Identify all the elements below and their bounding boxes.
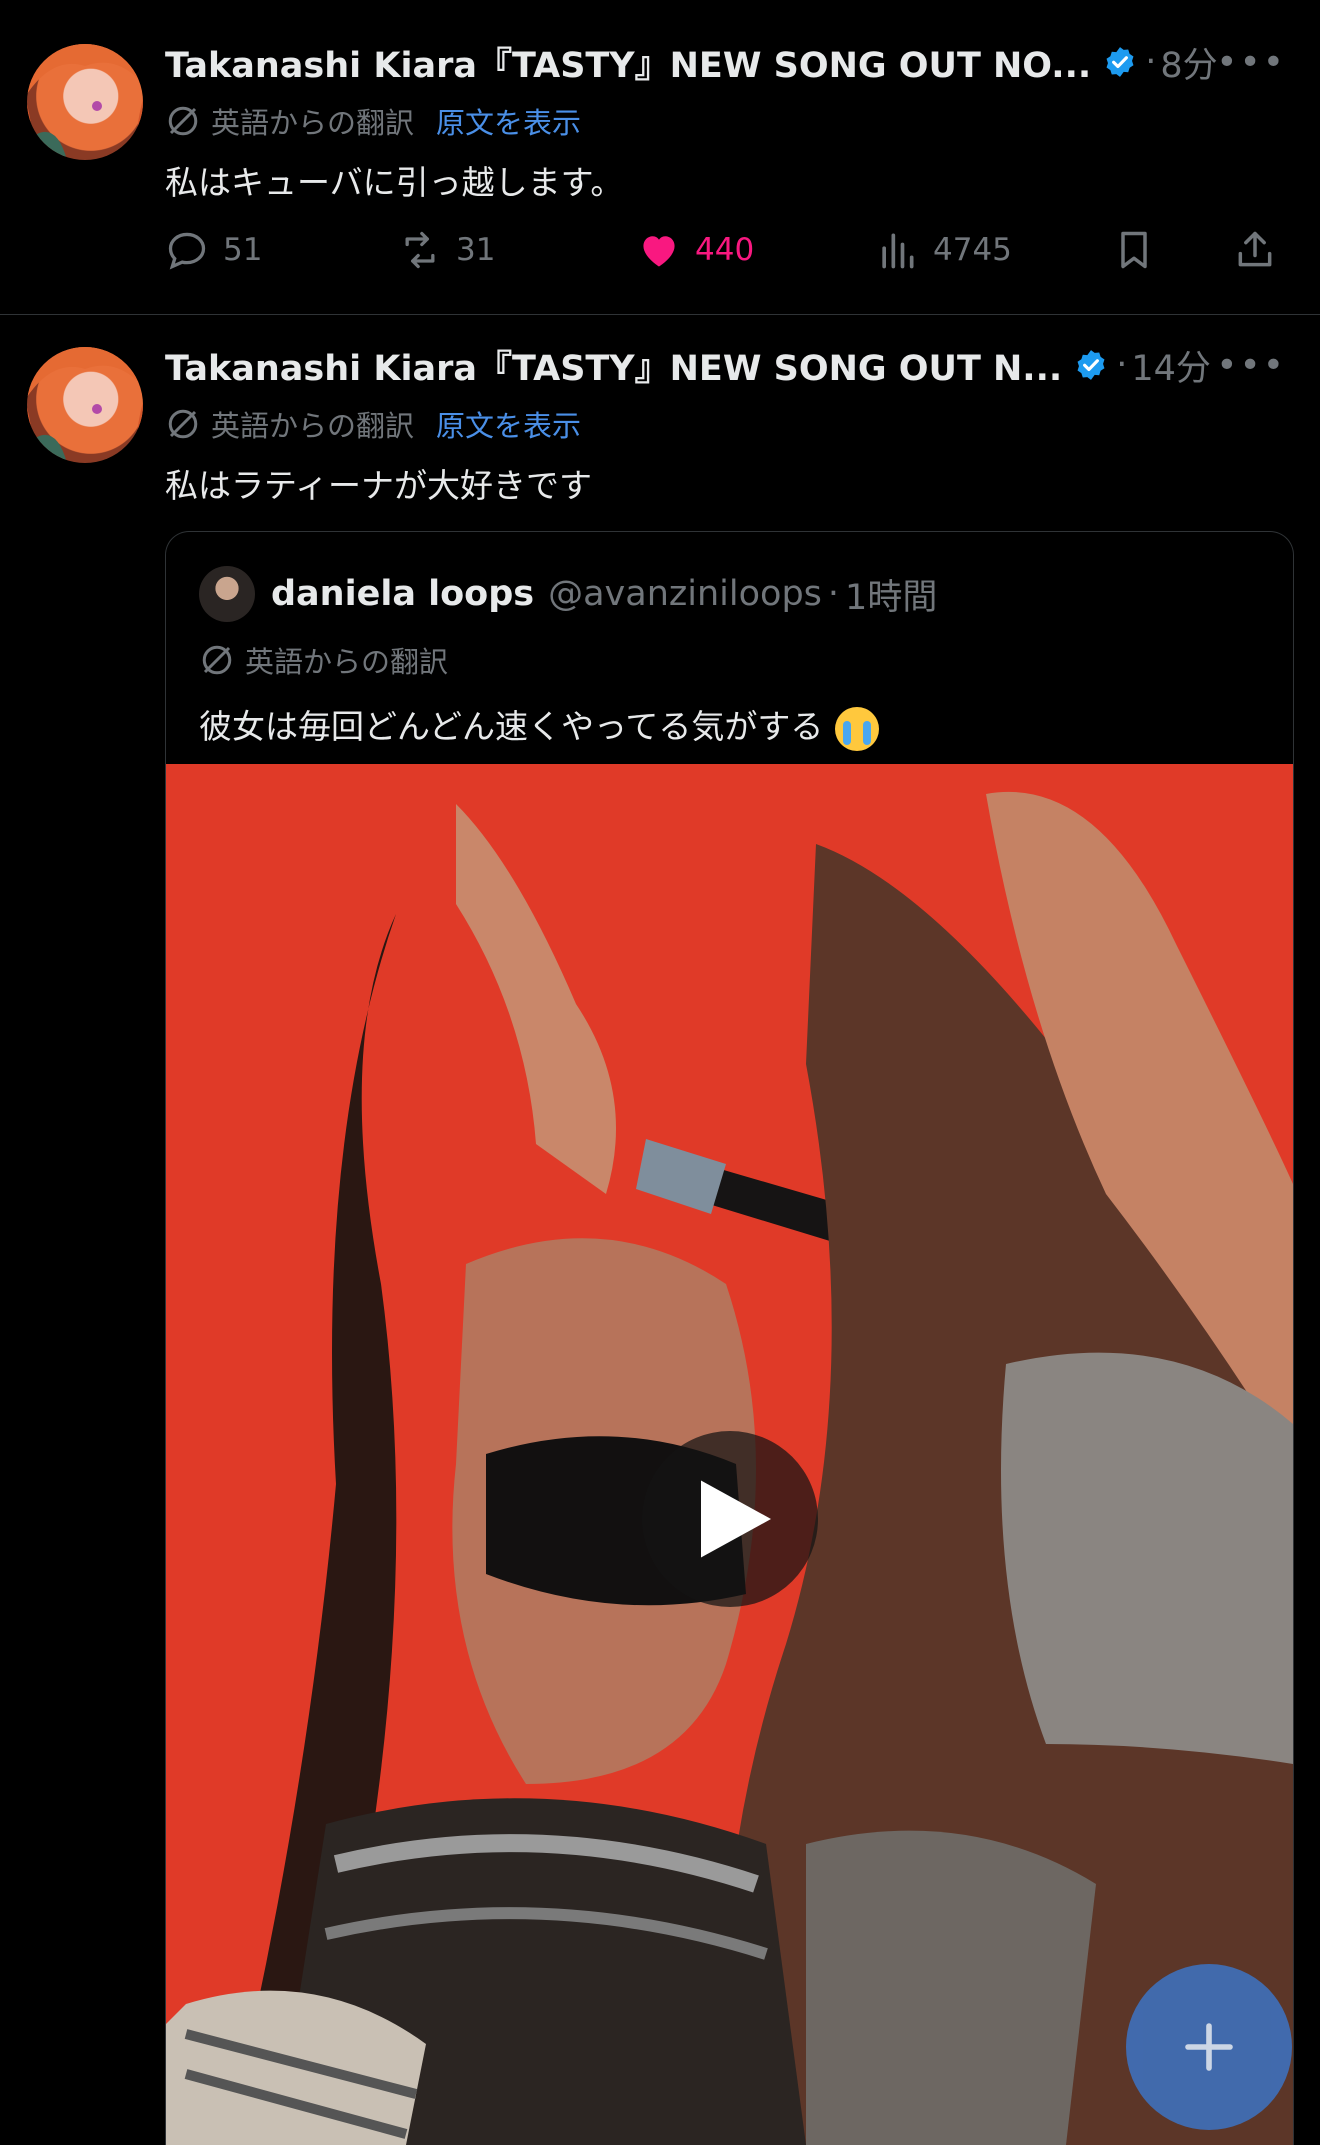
author-name[interactable]: Takanashi Kiara『TASTY』NEW SONG OUT N... <box>165 340 1062 391</box>
like-button[interactable]: 440 <box>637 222 754 278</box>
plus-icon <box>1185 2023 1233 2071</box>
quoted-author-name: daniela loops <box>271 574 535 614</box>
show-original-link[interactable]: 原文を表示 <box>436 100 581 142</box>
post-text: 私はキューバに引っ越します。 <box>165 163 624 202</box>
show-original-link[interactable]: 原文を表示 <box>436 403 581 445</box>
author-avatar[interactable] <box>27 347 143 463</box>
quoted-translation-label: 英語からの翻訳 <box>245 645 449 679</box>
translation-label: 英語からの翻訳 <box>211 106 415 140</box>
avatar-art <box>27 44 143 160</box>
repost-button[interactable]: 31 <box>398 222 495 278</box>
play-icon <box>701 1480 771 1558</box>
like-icon <box>643 236 675 267</box>
author-avatar[interactable] <box>27 44 143 160</box>
quoted-text-line: 彼女は毎回どんどん速くやってる気がする <box>199 700 880 751</box>
quoted-author-handle: @avanziniloops <box>548 574 822 614</box>
views-count: 4745 <box>933 232 1012 268</box>
share-icon <box>1238 231 1272 267</box>
bookmark-button[interactable] <box>1112 222 1170 278</box>
post-text: 私はラティーナが大好きです <box>165 466 593 505</box>
reply-icon <box>168 232 206 270</box>
translation-row: 英語からの翻訳 原文を表示 <box>165 404 581 444</box>
post-1[interactable]: Takanashi Kiara『TASTY』NEW SONG OUT NO...… <box>0 0 1320 315</box>
post-2[interactable]: Takanashi Kiara『TASTY』NEW SONG OUT N... … <box>0 315 1320 2145</box>
quoted-translation-row: 英語からの翻訳 <box>199 640 448 680</box>
video-player[interactable] <box>166 764 1293 2145</box>
verified-icon <box>1106 47 1134 77</box>
bookmark-icon <box>1121 231 1147 269</box>
translation-label: 英語からの翻訳 <box>211 409 415 443</box>
views-button[interactable]: 4745 <box>875 222 1012 278</box>
quoted-separator-dot: · <box>827 574 840 614</box>
reply-button[interactable]: 51 <box>165 222 262 278</box>
post-actions: 51 31 440 4745 <box>165 222 1295 278</box>
more-icon[interactable]: ••• <box>1216 42 1286 83</box>
reply-count: 51 <box>223 232 263 268</box>
share-button[interactable] <box>1233 222 1291 278</box>
translate-icon <box>202 645 232 675</box>
like-count: 440 <box>695 232 755 268</box>
separator-dot: · <box>1145 42 1157 82</box>
avatar-art <box>27 347 143 463</box>
post-time[interactable]: 14分 <box>1131 340 1211 391</box>
quoted-post[interactable]: daniela loops @avanziniloops · 1時間 英語からの… <box>165 531 1294 2145</box>
translation-row: 英語からの翻訳 原文を表示 <box>165 101 581 141</box>
play-button[interactable] <box>642 1431 818 1607</box>
translate-icon <box>168 106 198 136</box>
post-time[interactable]: 8分 <box>1160 37 1217 88</box>
views-icon <box>882 233 914 269</box>
compose-button[interactable] <box>1126 1964 1292 2130</box>
quoted-post-time: 1時間 <box>845 577 938 618</box>
quoted-author-avatar <box>199 566 255 622</box>
translate-icon <box>168 409 198 439</box>
repost-icon <box>405 231 435 269</box>
more-icon[interactable]: ••• <box>1216 345 1286 386</box>
verified-icon <box>1077 350 1105 380</box>
quoted-text: 彼女は毎回どんどん速くやってる気がする <box>199 707 824 746</box>
repost-count: 31 <box>456 232 496 268</box>
loudly-crying-emoji <box>835 706 880 751</box>
author-name[interactable]: Takanashi Kiara『TASTY』NEW SONG OUT NO... <box>165 37 1091 88</box>
separator-dot: · <box>1116 345 1128 385</box>
